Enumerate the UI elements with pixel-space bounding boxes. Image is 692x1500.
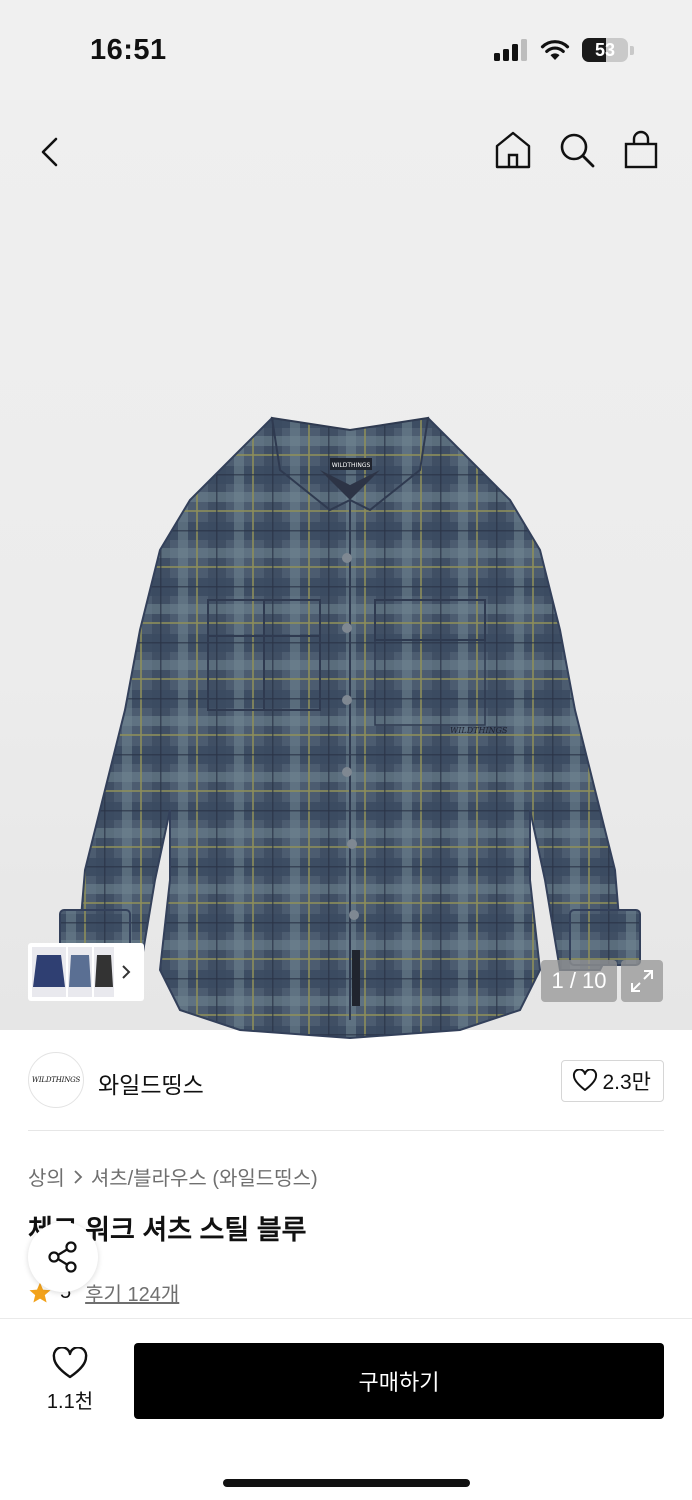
heart-icon: [573, 1069, 598, 1091]
search-icon: [560, 133, 595, 168]
status-bar: 16:51 53: [0, 0, 692, 100]
brand-like-count: 2.3만: [602, 1071, 651, 1094]
chevron-left-icon: [41, 137, 58, 167]
share-icon: [48, 1241, 77, 1273]
chevron-right-icon[interactable]: [120, 964, 132, 980]
bottom-action-bar: 1.1천 구매하기: [0, 1318, 692, 1500]
wishlist-count: 1.1천: [46, 1391, 94, 1413]
image-pager: 1 / 10: [541, 960, 617, 1002]
search-button[interactable]: [556, 128, 598, 172]
neck-label-text: WILDTHINGS: [332, 462, 371, 469]
status-icons: 53: [494, 38, 634, 62]
home-button[interactable]: [492, 128, 534, 172]
shopping-bag-icon: [624, 130, 658, 169]
wishlist-button[interactable]: 1.1천: [30, 1347, 110, 1414]
cart-button[interactable]: [620, 128, 662, 172]
thumbnail-blue[interactable]: [68, 947, 92, 997]
thumbnail-black[interactable]: [94, 947, 114, 997]
breadcrumb: 상의 셔츠/블라우스 (와일드띵스): [28, 1162, 318, 1191]
brand-like-button[interactable]: 2.3만: [561, 1060, 664, 1102]
share-button[interactable]: [28, 1222, 98, 1292]
signal-icon: [494, 39, 527, 61]
brand-name[interactable]: 와일드띵스: [98, 1066, 204, 1100]
top-nav-actions: [492, 128, 662, 172]
back-button[interactable]: [28, 130, 72, 174]
chest-logo-text: WILDTHINGS: [450, 726, 508, 735]
home-icon: [495, 131, 531, 169]
breadcrumb-item-category[interactable]: 상의: [28, 1162, 65, 1191]
battery-icon: 53: [582, 38, 628, 62]
buy-button[interactable]: 구매하기: [134, 1343, 664, 1419]
chevron-right-icon: [74, 1169, 83, 1184]
home-indicator[interactable]: [223, 1479, 470, 1487]
expand-icon: [631, 970, 653, 992]
product-gallery[interactable]: WILDTHINGS WILDTHINGS 1 / 10: [0, 100, 692, 1040]
battery-level: 53: [594, 39, 616, 60]
status-time: 16:51: [90, 34, 167, 66]
brand-row[interactable]: WILDTHINGS 와일드띵스 2.3만: [28, 1052, 664, 1110]
heart-icon: [52, 1347, 88, 1379]
thumbnail-strip[interactable]: [28, 943, 144, 1001]
brand-logo-text: WILDTHINGS: [31, 1076, 81, 1084]
expand-button[interactable]: [621, 960, 663, 1002]
review-link[interactable]: 후기 124개: [85, 1278, 179, 1307]
wifi-icon: [540, 40, 570, 60]
brand-logo[interactable]: WILDTHINGS: [28, 1052, 84, 1108]
divider: [28, 1130, 664, 1131]
breadcrumb-item-subcategory[interactable]: 셔츠/블라우스 (와일드띵스): [91, 1162, 318, 1191]
thumbnail-navy[interactable]: [32, 947, 66, 997]
